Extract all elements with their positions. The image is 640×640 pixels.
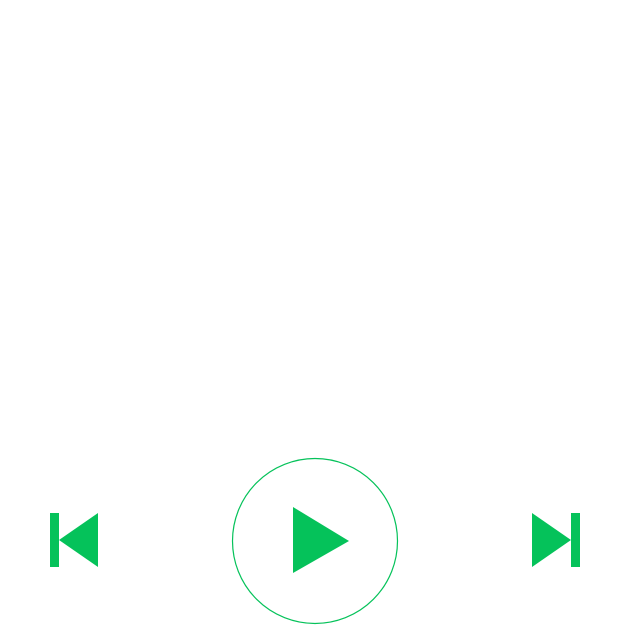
skip-previous-icon <box>50 513 98 567</box>
player-screen <box>0 0 640 640</box>
play-icon <box>293 507 349 573</box>
skip-next-icon <box>532 513 580 567</box>
previous-track-button[interactable] <box>46 508 104 572</box>
play-button-ring <box>231 457 399 625</box>
playback-controls <box>0 0 640 640</box>
play-button[interactable] <box>231 457 399 625</box>
next-track-button[interactable] <box>527 508 585 572</box>
